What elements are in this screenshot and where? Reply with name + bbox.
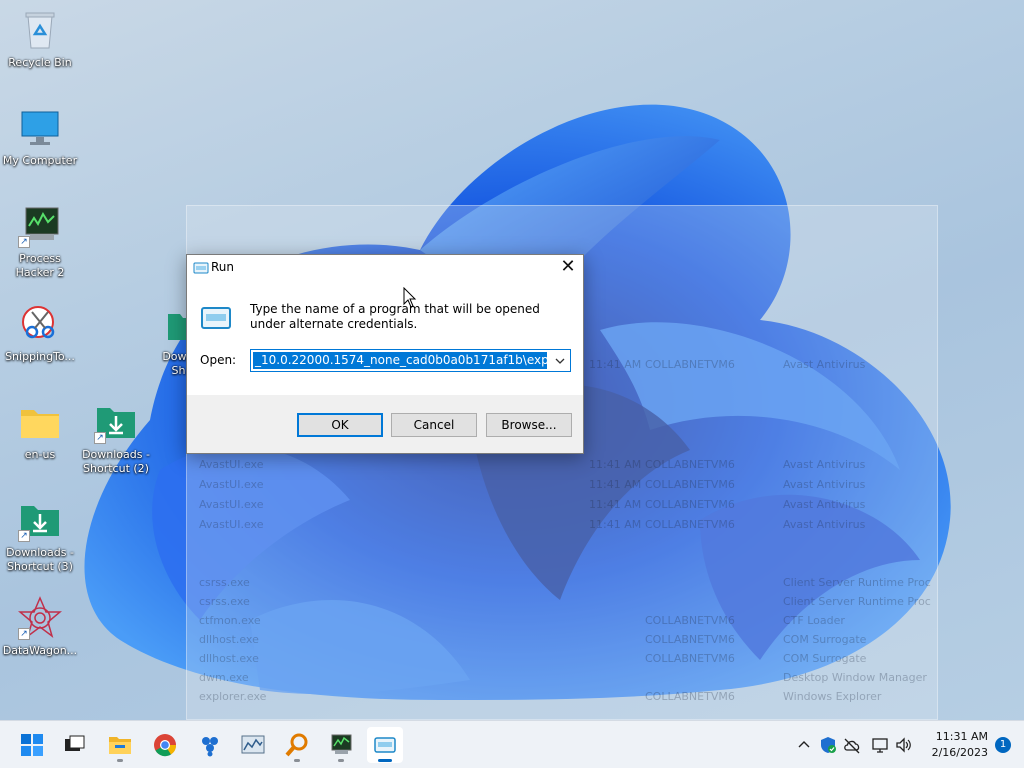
desktop-icon-label: Downloads - Shortcut (2) [82,448,150,475]
run-taskbar-button[interactable] [367,727,403,763]
mouse-cursor-icon [403,287,417,308]
open-combobox[interactable]: _10.0.22000.1574_none_cad0b0a0b171af1b\e… [250,349,571,372]
desktop-icon-my-computer[interactable]: My Computer [0,106,80,168]
open-input[interactable]: _10.0.22000.1574_none_cad0b0a0b171af1b\e… [253,352,547,369]
desktop-icon-downloads-shortcut-3[interactable]: ↗ Downloads - Shortcut (3) [0,498,80,574]
desktop-icon-downloads-shortcut-2[interactable]: ↗ Downloads - Shortcut (2) [76,400,156,476]
shortcut-arrow-icon: ↗ [18,628,30,640]
task-view-icon [65,735,85,751]
run-dialog-footer: OK Cancel Browse... [187,395,583,453]
volume-icon[interactable] [895,736,913,754]
desktop-icon-label: DataWagon... [2,644,78,657]
process-hacker-icon [331,734,352,754]
running-indicator [338,759,344,762]
resource-monitor-button[interactable] [235,727,271,763]
run-program-icon [201,307,231,329]
running-indicator [294,759,300,762]
monitor-icon [18,106,62,150]
desktop-icon-datawagon[interactable]: ↗ DataWagon... [0,596,80,658]
desktop-icon-label: en-us [24,448,56,461]
download-folder-icon: ↗ [18,498,62,542]
process-explorer-button[interactable] [192,727,228,763]
task-view-button[interactable] [56,727,92,763]
desktop-icon-label: Recycle Bin [8,56,72,69]
active-indicator [378,759,392,762]
start-button[interactable] [14,727,50,763]
desktop-icon-label: Process Hacker 2 [15,252,65,279]
run-icon [193,262,209,274]
chevron-down-icon[interactable] [552,354,568,368]
desktop-icon-label: SnippingTo... [5,350,75,363]
folder-icon [18,400,62,444]
snipping-tool-icon [18,302,62,346]
process-hacker-button[interactable] [323,727,359,763]
open-label: Open: [200,353,237,367]
taskbar: 11:31 AM 2/16/2023 1 [0,720,1024,768]
resource-monitor-icon [241,735,265,754]
search-tool-button[interactable] [279,727,315,763]
desktop-icon-en-us[interactable]: en-us [0,400,80,462]
download-folder-icon: ↗ [94,400,138,444]
start-icon [21,734,43,756]
desktop-icon-process-hacker[interactable]: ↗ Process Hacker 2 [0,204,80,280]
process-explorer-icon [202,737,218,757]
run-dialog-body: Type the name of a program that will be … [187,281,583,395]
clock[interactable]: 11:31 AM 2/16/2023 [918,729,988,761]
run-icon [374,737,396,753]
run-dialog-title: Run [211,260,235,274]
shortcut-arrow-icon: ↗ [18,530,30,542]
running-indicator [117,759,123,762]
cloud-offline-icon[interactable] [843,736,861,754]
desktop-icon-label: Downloads - Shortcut (3) [6,546,74,573]
chevron-up-icon[interactable] [795,736,813,754]
desktop-icon-label: My Computer [2,154,78,167]
datawagon-icon: ↗ [17,596,63,640]
shortcut-arrow-icon: ↗ [94,432,106,444]
ok-button[interactable]: OK [297,413,383,437]
shortcut-arrow-icon: ↗ [18,236,30,248]
browse-button[interactable]: Browse... [486,413,572,437]
desktop-icon-recycle-bin[interactable]: Recycle Bin [0,8,80,70]
security-shield-icon[interactable] [819,736,837,754]
search-magnifier-icon [285,733,308,757]
close-button[interactable]: ✕ [553,255,583,281]
recycle-bin-icon [18,8,62,52]
clock-time: 11:31 AM [935,730,988,743]
close-icon: ✕ [560,256,576,277]
run-dialog: Run ✕ Type the name of a program that wi… [186,254,584,454]
network-icon[interactable] [871,736,889,754]
desktop-icon-snipping-tool[interactable]: SnippingTo... [0,302,80,364]
chrome-button[interactable] [147,727,183,763]
file-explorer-button[interactable] [102,727,138,763]
notification-badge[interactable]: 1 [995,737,1011,753]
chrome-icon [154,734,177,757]
clock-date: 2/16/2023 [931,746,988,759]
cancel-button[interactable]: Cancel [391,413,477,437]
process-hacker-icon: ↗ [18,204,62,248]
run-titlebar[interactable]: Run ✕ [187,255,583,281]
file-explorer-icon [109,737,131,754]
